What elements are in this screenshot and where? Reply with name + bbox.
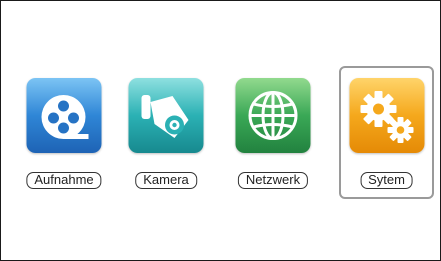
menu-item-kamera[interactable]: Kamera xyxy=(118,66,214,199)
menu-item-netzwerk[interactable]: Netzwerk xyxy=(225,66,321,199)
camera-icon xyxy=(128,78,204,153)
menu-label-netzwerk: Netzwerk xyxy=(237,172,309,189)
film-reel-icon xyxy=(26,78,102,153)
menu-item-sytem[interactable]: Sytem xyxy=(339,66,434,199)
menu-label-kamera: Kamera xyxy=(135,172,197,189)
menu-label-sytem: Sytem xyxy=(360,172,413,189)
globe-icon xyxy=(235,78,311,153)
menu-label-aufnahme: Aufnahme xyxy=(26,172,102,189)
menu-item-aufnahme[interactable]: Aufnahme xyxy=(16,66,112,199)
gears-icon xyxy=(349,78,424,153)
